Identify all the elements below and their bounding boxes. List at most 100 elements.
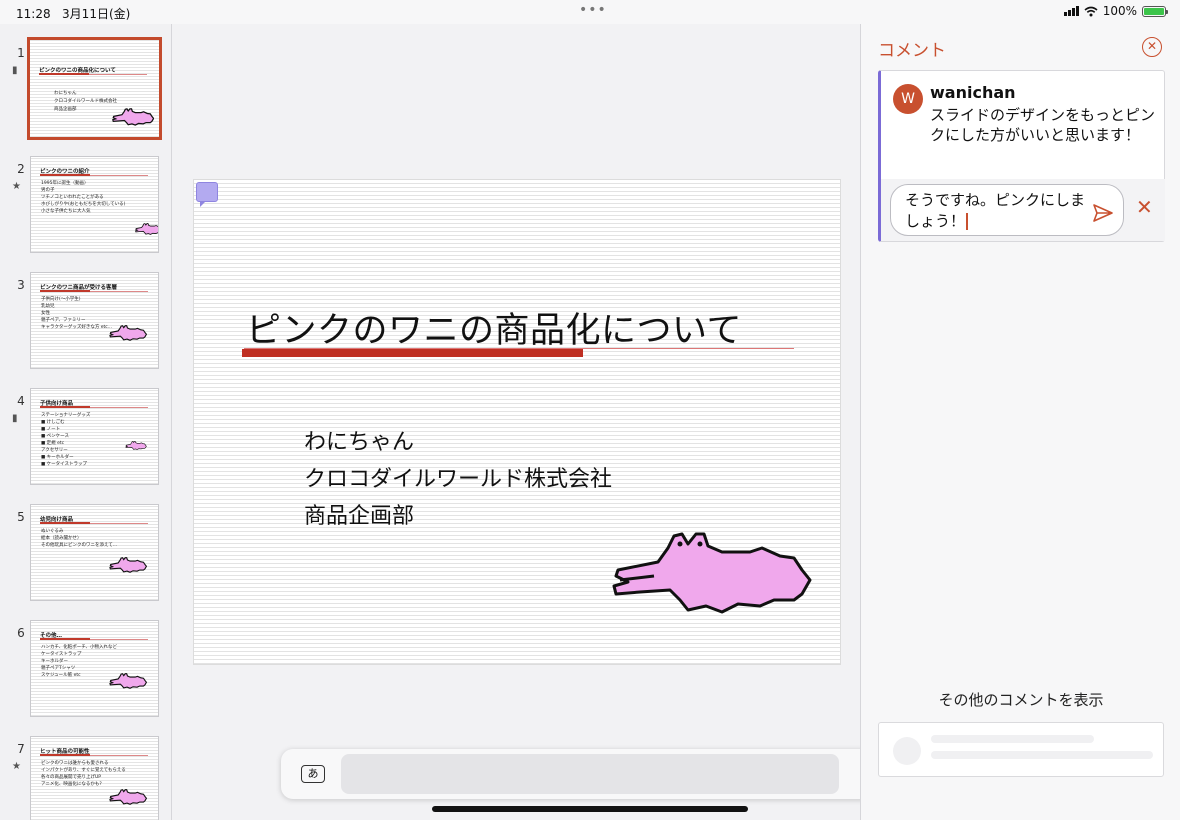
send-icon[interactable] — [1092, 203, 1114, 223]
author-avatar: W — [893, 84, 923, 114]
thumbnail-row[interactable]: 4 ▮ 子供向け商品 ステーショナリーグッズ ■ けしごむ ■ ノート ■ ペンケース ■ 定… — [0, 388, 171, 504]
reply-input[interactable]: そうですね。ピンクにしましょう！ — [890, 184, 1124, 236]
thumbnail-bullet: ハンカチ、化粧ポーチ、小物入れなど — [41, 645, 117, 650]
thumbnail-bullet: 子供向け(〜小学生) — [41, 297, 81, 302]
reply-area: そうですね。ピンクにしましょう！ ✕ — [881, 179, 1165, 241]
thumbnail-bullet: 小さな子供たちに大人気 — [41, 209, 91, 214]
battery-icon — [1142, 5, 1168, 17]
has-comment-icon: ▮ — [12, 413, 18, 424]
thumb-crocodile-icon — [135, 223, 158, 235]
slide-subtitle-line[interactable]: クロコダイルワールド株式会社 — [304, 461, 612, 493]
thumbnail-crocodile — [109, 325, 148, 345]
thumbnail-number: 2 — [17, 162, 25, 176]
comment-marker-icon[interactable] — [196, 182, 218, 207]
thumbnail-bullet: ■ ケータイストラップ — [41, 462, 88, 467]
transition-star-icon: ★ — [12, 181, 21, 192]
status-bar: 11:28 3月11日(金) ••• 100% — [0, 0, 1180, 24]
pink-crocodile-illustration[interactable] — [610, 530, 812, 616]
cellular-signal-icon — [1063, 6, 1079, 16]
comment-placeholder-card — [878, 722, 1164, 777]
thumbnail-bullet: ■ けしごむ — [41, 420, 65, 425]
slide-thumbnail[interactable]: ピンクのワニ商品が受ける客層 子供向け(〜小学生) 乳幼児 女性 親子ペア、ファミリーキ… — [30, 272, 159, 369]
thumbnail-bullet: スケジュール帳 etc — [41, 673, 81, 678]
thumbnail-subtitle: 商品企画部 — [54, 107, 77, 112]
thumbnail-crocodile — [135, 221, 158, 240]
slide-title[interactable]: ピンクのワニの商品化について — [246, 302, 742, 353]
placeholder-line — [931, 751, 1153, 759]
reply-input-text[interactable]: そうですね。ピンクにしましょう！ — [905, 191, 1085, 230]
slide-thumbnail[interactable]: ヒット商品の可能性 ピンクのワニは誰からも愛される インパクトがあり、すぐに覚えても… — [30, 736, 159, 820]
thumbnail-bullet: 男の子 — [41, 188, 55, 193]
thumbnail-crocodile — [109, 557, 148, 577]
thumbnail-bullet: 女性 — [41, 311, 50, 316]
thumbnail-accent-bar — [40, 754, 90, 756]
keyboard-language-icon[interactable]: あ — [301, 765, 325, 783]
thumbnail-subtitle: クロコダイルワールド株式会社 — [54, 99, 117, 104]
comments-panel: コメント ✕ W wanichan スライドのデザインをもっとピンクにした方がい… — [860, 24, 1180, 820]
thumbnail-row[interactable]: 2 ★ ピンクのワニの紹介 1995年に誕生（動画） 男の子 ツチノコといわれたことがある… — [0, 156, 171, 272]
thumbnail-row[interactable]: 5 幼児向け商品 ぬいぐるみ 絵本（読み聞かせ） その他玩具にピンクのワニを添えて... — [0, 504, 171, 620]
slide-thumbnail-sidebar[interactable]: 1 ▮ ピンクのワニの商品化について わにちゃん クロコダイルワールド株式会社 商品企画部… — [0, 24, 172, 820]
dictation-text-field[interactable] — [341, 754, 839, 794]
thumbnail-bullet: ぬいぐるみ — [41, 529, 64, 534]
thumbnail-number: 5 — [17, 510, 25, 524]
thumbnail-crocodile — [125, 435, 147, 454]
thumb-crocodile-icon — [109, 789, 148, 805]
thumbnail-row[interactable]: 7 ★ ヒット商品の可能性 ピンクのワニは誰からも愛される インパクトがあり、すぐに覚え… — [0, 736, 171, 820]
text-caret — [966, 213, 969, 230]
slide-thumbnail[interactable]: その他… ハンカチ、化粧ポーチ、小物入れなど ケータイストラップ キーホルダー 親子ペア… — [30, 620, 159, 717]
discard-reply-icon[interactable]: ✕ — [1136, 197, 1153, 217]
comment-text: スライドのデザインをもっとピンクにした方がいいと思います！ — [930, 106, 1156, 144]
thumbnail-number: 4 — [17, 394, 25, 408]
status-indicators: 100% — [1063, 4, 1168, 18]
thumbnail-bullet: 1995年に誕生（動画） — [41, 181, 89, 186]
thumbnail-accent-bar — [40, 522, 90, 524]
thumbnail-accent-bar — [40, 174, 90, 176]
slide-thumbnail[interactable]: ピンクのワニの紹介 1995年に誕生（動画） 男の子 ツチノコといわれたことがある ホび… — [30, 156, 159, 253]
thumbnail-accent-bar — [40, 290, 90, 292]
slide-subtitle-line[interactable]: 商品企画部 — [304, 498, 414, 530]
thumbnail-subtitle: わにちゃん — [54, 91, 77, 96]
slide-canvas[interactable]: ピンクのワニの商品化について わにちゃん クロコダイルワールド株式会社 商品企画… — [173, 24, 860, 820]
thumbnail-bullet: インパクトがあり、すぐに覚えてもらえる — [41, 768, 126, 773]
thumbnail-bullet: ピンクのワニは誰からも愛される — [41, 761, 109, 766]
slide-thumbnail[interactable]: ピンクのワニの商品化について わにちゃん クロコダイルワールド株式会社 商品企画部 — [27, 37, 162, 140]
comment-author: wanichan — [930, 83, 1016, 102]
thumbnail-bullet: 親子ペアTシャツ — [41, 666, 76, 671]
thumb-crocodile-icon — [109, 557, 148, 573]
comment-card[interactable]: W wanichan スライドのデザインをもっとピンクにした方がいいと思います！… — [878, 70, 1165, 242]
slide-thumbnail[interactable]: 子供向け商品 ステーショナリーグッズ ■ けしごむ ■ ノート ■ ペンケース ■ 定規 … — [30, 388, 159, 485]
thumbnail-row[interactable]: 3 ピンクのワニ商品が受ける客層 子供向け(〜小学生) 乳幼児 女性 親子ペア、ファミリー… — [0, 272, 171, 388]
battery-percent: 100% — [1102, 4, 1137, 18]
show-more-comments-link[interactable]: その他のコメントを表示 — [861, 689, 1180, 710]
current-slide[interactable]: ピンクのワニの商品化について わにちゃん クロコダイルワールド株式会社 商品企画… — [193, 179, 841, 665]
thumbnail-bullet: アニメ化、映画化になるかも? — [41, 782, 102, 787]
placeholder-avatar — [893, 737, 921, 765]
thumbnail-crocodile — [109, 789, 148, 809]
slide-thumbnail[interactable]: 幼児向け商品 ぬいぐるみ 絵本（読み聞かせ） その他玩具にピンクのワニを添えて... — [30, 504, 159, 601]
thumbnail-bullet: 各々の商品展開で売り上げUP — [41, 775, 102, 780]
status-date: 3月11日(金) — [62, 7, 131, 21]
has-comment-icon: ▮ — [12, 65, 18, 76]
multitasking-dots[interactable]: ••• — [579, 2, 607, 18]
slide-subtitle-line[interactable]: わにちゃん — [304, 424, 414, 456]
thumbnail-bullet: 絵本（読み聞かせ） — [41, 536, 82, 541]
thumbnail-bullet: ステーショナリーグッズ — [41, 413, 91, 418]
thumbnail-row[interactable]: 6 その他… ハンカチ、化粧ポーチ、小物入れなど ケータイストラップ キーホルダー 親子ペ… — [0, 620, 171, 736]
thumbnail-bullet: キャラクターグッズ好きな方 etc... — [41, 325, 113, 330]
bottom-input-toolbar: あ — [281, 749, 899, 799]
thumb-crocodile-icon — [112, 108, 155, 126]
thumbnail-row[interactable]: 1 ▮ ピンクのワニの商品化について わにちゃん クロコダイルワールド株式会社 商品企画部 — [0, 37, 171, 156]
thumb-crocodile-icon — [109, 325, 148, 341]
home-indicator[interactable] — [432, 806, 748, 812]
close-panel-icon[interactable]: ✕ — [1142, 37, 1162, 57]
thumb-crocodile-icon — [125, 441, 147, 450]
thumbnail-bullet: 親子ペア、ファミリー — [41, 318, 86, 323]
thumbnail-bullet: ■ 定規 etc — [41, 441, 65, 446]
thumbnail-bullet: ■ ノート — [41, 427, 61, 432]
thumbnail-bullet: ■ キーホルダー — [41, 455, 74, 460]
thumbnail-bullet: 乳幼児 — [41, 304, 55, 309]
thumbnail-number: 7 — [17, 742, 25, 756]
thumbnail-bullet: アクセサリー — [41, 448, 68, 453]
thumbnail-bullet: ケータイストラップ — [41, 652, 82, 657]
